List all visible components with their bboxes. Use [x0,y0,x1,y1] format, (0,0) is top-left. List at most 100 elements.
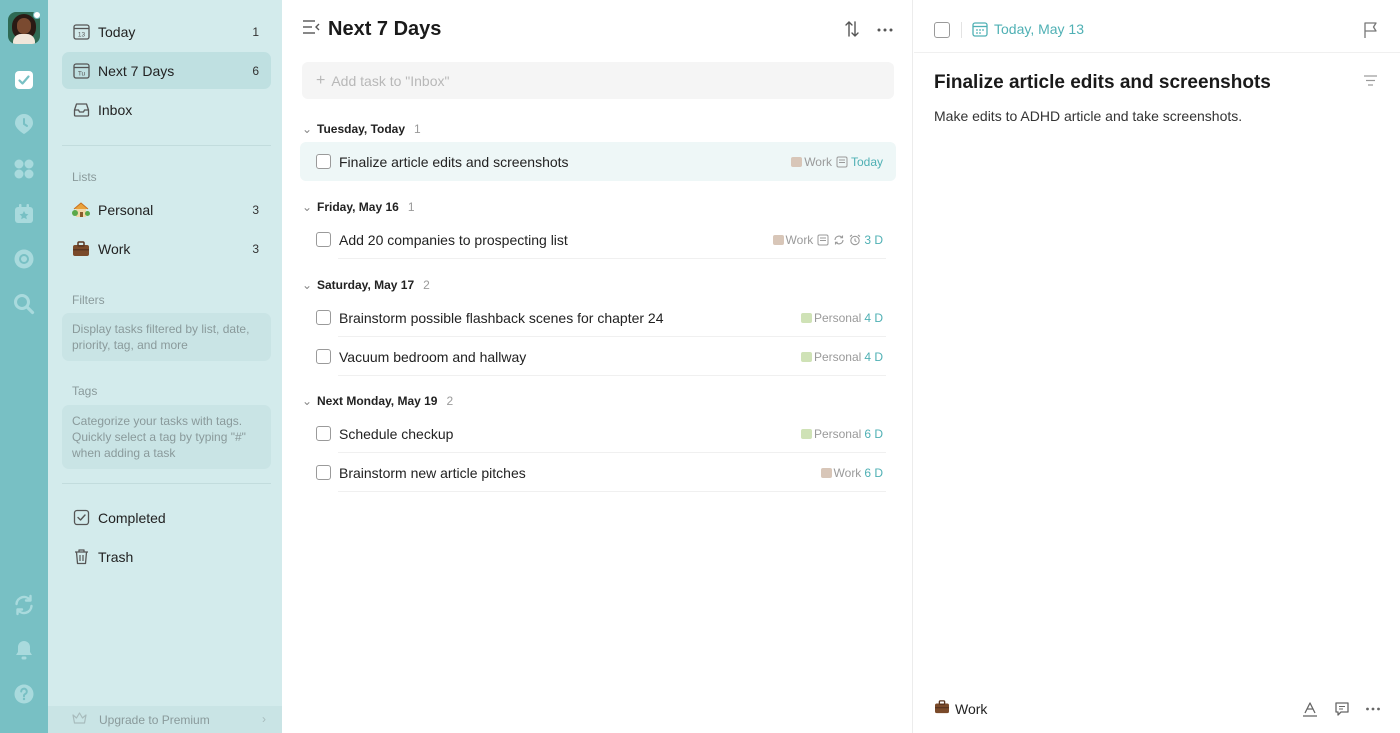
nav-today[interactable]: 13 Today 1 [62,13,271,50]
sync-icon[interactable] [12,593,36,617]
group-label: Saturday, May 17 [317,278,415,292]
tags-section-title: Tags [72,384,98,398]
group-header[interactable]: ⌄ Tuesday, Today 1 [302,122,421,136]
text-format-icon[interactable] [1302,701,1318,722]
group-header[interactable]: ⌄ Next Monday, May 19 2 [302,394,453,408]
chevron-down-icon: ⌄ [302,394,313,408]
task-row[interactable]: Brainstorm new article pitches Work 6 D [300,453,896,492]
task-row[interactable]: Add 20 companies to prospecting list Wor… [300,220,896,259]
task-due: 3 D [864,232,883,247]
task-list-name: Work [833,465,862,480]
nav-count: 6 [252,63,259,78]
menu-toggle-icon[interactable] [302,19,320,40]
divider [338,258,886,259]
list-personal[interactable]: Personal 3 [62,191,271,228]
grid-icon[interactable] [12,157,36,181]
tasks-check-icon[interactable] [12,68,36,92]
chevron-right-icon: › [262,712,266,726]
task-title: Vacuum bedroom and hallway [339,348,527,365]
focus-icon[interactable] [12,247,36,271]
divider [338,491,886,492]
task-list-name: Personal [813,426,862,441]
group-count: 2 [446,394,454,408]
chevron-down-icon: ⌄ [302,278,313,292]
group-label: Tuesday, Today [317,122,406,136]
nav-trash[interactable]: Trash [62,538,271,575]
task-row[interactable]: Schedule checkup Personal 6 D [300,414,896,453]
detail-list-name: Work [955,700,988,717]
nav-completed[interactable]: Completed [62,499,271,536]
nav-inbox[interactable]: Inbox [62,91,271,128]
task-checkbox[interactable] [316,349,331,364]
briefcase-icon [72,240,90,258]
svg-text:13: 13 [77,32,85,39]
detail-description[interactable]: Make edits to ADHD article and take scre… [934,108,1242,124]
tags-hint[interactable]: Categorize your tasks with tags. Quickly… [62,405,271,469]
task-checkbox[interactable] [316,232,331,247]
list-emoji-icon [791,156,803,167]
task-checkbox[interactable] [316,310,331,325]
chevron-down-icon: ⌄ [302,200,313,214]
house-icon [72,201,90,219]
description-format-icon[interactable] [1363,74,1378,92]
group-label: Friday, May 16 [317,200,399,214]
task-list-panel: Next 7 Days + Add task to "Inbox" ⌄ Tues… [282,0,913,733]
inbox-icon [72,101,90,119]
task-due: Today [850,154,883,169]
comment-icon[interactable] [1334,701,1350,722]
add-task-input[interactable]: + Add task to "Inbox" [302,62,894,99]
note-icon [817,234,829,246]
task-checkbox[interactable] [316,465,331,480]
notification-dot [33,11,41,19]
flag-icon[interactable] [1363,21,1379,44]
filters-hint[interactable]: Display tasks filtered by list, date, pr… [62,313,271,361]
lists-section-title: Lists [72,170,97,184]
bell-icon[interactable] [12,638,36,662]
task-row[interactable]: Vacuum bedroom and hallway Personal 4 D [300,337,896,376]
svg-text:Tu: Tu [77,71,85,78]
upgrade-button[interactable]: Upgrade to Premium › [48,706,282,733]
group-header[interactable]: ⌄ Friday, May 16 1 [302,200,415,214]
divider [62,483,271,484]
crown-icon [72,712,87,727]
list-emoji-icon [800,428,812,439]
list-work[interactable]: Work 3 [62,230,271,267]
list-header: Next 7 Days [302,18,441,41]
more-options-icon[interactable] [1365,701,1381,722]
nav-label: Inbox [98,101,133,118]
detail-checkbox[interactable] [934,22,950,38]
detail-list-selector[interactable]: Work [934,700,987,717]
nav-label: Trash [98,548,134,565]
nav-label: Next 7 Days [98,62,175,79]
task-due: 6 D [864,465,883,480]
task-row[interactable]: Brainstorm possible flashback scenes for… [300,298,896,337]
more-options-icon[interactable] [876,20,894,43]
task-meta: Work 6 D [820,465,883,480]
sort-icon[interactable] [844,20,860,43]
nav-count: 1 [252,24,259,39]
list-count: 3 [252,202,259,217]
help-icon[interactable] [12,682,36,706]
due-date-button[interactable]: Today, May 13 [972,21,1084,37]
group-count: 2 [423,278,430,292]
task-row[interactable]: Finalize article edits and screenshots W… [300,142,896,181]
task-checkbox[interactable] [316,426,331,441]
task-due: 4 D [864,310,883,325]
nav-next-7-days[interactable]: Tu Next 7 Days 6 [62,52,271,89]
list-emoji-icon [820,467,832,478]
task-title: Finalize article edits and screenshots [339,153,569,170]
task-meta: Personal 4 D [800,350,883,364]
task-due: 6 D [864,426,883,441]
task-detail-panel: Today, May 13 Finalize article edits and… [914,0,1400,733]
group-header[interactable]: ⌄ Saturday, May 17 2 [302,278,430,292]
search-icon[interactable] [12,292,36,316]
chevron-down-icon: ⌄ [302,122,313,136]
detail-title[interactable]: Finalize article edits and screenshots [934,72,1271,94]
sidebar: 13 Today 1 Tu Next 7 Days 6 Inbox Lists … [48,0,282,733]
task-meta: Work Today [791,155,883,169]
upgrade-label: Upgrade to Premium [99,712,210,727]
habit-calendar-icon[interactable] [12,202,36,226]
calendar-pin-icon[interactable] [12,112,36,136]
task-list-name: Work [804,154,832,169]
task-checkbox[interactable] [316,154,331,169]
